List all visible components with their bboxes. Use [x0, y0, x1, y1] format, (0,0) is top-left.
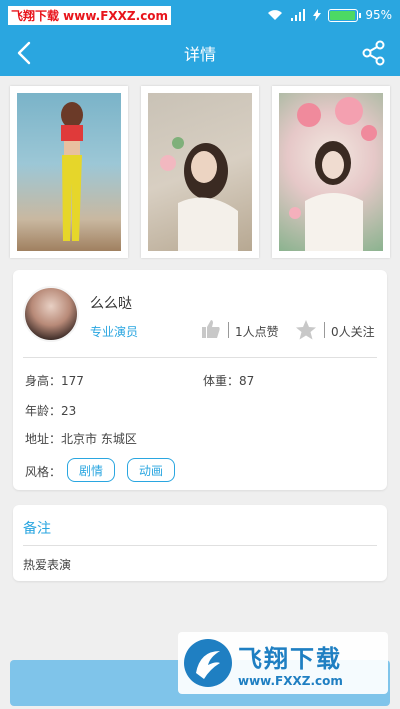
separator	[228, 322, 229, 338]
watermark-text: 飞翔下载 www.FXXZ.com	[238, 639, 343, 688]
battery-percent: 95%	[365, 8, 392, 22]
profile-role: 专业演员	[90, 325, 139, 339]
photo-2-image	[148, 93, 252, 251]
style-tag-animation[interactable]: 动画	[127, 458, 175, 482]
back-icon[interactable]	[12, 39, 40, 67]
status-icons: 95%	[267, 8, 392, 22]
figure-illustration	[160, 137, 238, 251]
divider	[23, 357, 377, 358]
watermark-top: 飞翔下载 www.FXXZ.com	[8, 5, 172, 25]
watermark-logo-icon	[184, 639, 232, 687]
page-title: 详情	[183, 45, 216, 64]
divider	[23, 545, 377, 546]
profile-name: 么么哒	[90, 296, 132, 312]
photo-1[interactable]	[10, 86, 128, 258]
navbar: 详情	[0, 30, 400, 76]
avatar[interactable]	[23, 286, 79, 342]
style-tag-drama[interactable]: 剧情	[67, 458, 115, 482]
watermark-url: www.FXXZ.com	[238, 673, 343, 688]
battery-fill	[330, 10, 356, 20]
signal-icon	[291, 9, 306, 21]
age-field: 年龄：23	[25, 404, 77, 418]
photo-3-image	[279, 93, 383, 251]
battery-icon	[328, 8, 362, 22]
separator	[324, 322, 325, 338]
charging-icon	[313, 9, 322, 21]
follows-count: 0人关注	[331, 325, 375, 339]
photo-2[interactable]	[141, 86, 259, 258]
height-field: 身高：177	[25, 374, 84, 388]
remark-title: 备注	[23, 521, 51, 537]
share-icon[interactable]	[360, 39, 388, 67]
status-bar: 飞翔下载 www.FXXZ.com 95%	[0, 0, 400, 30]
photo-1-image	[17, 93, 121, 251]
star-icon[interactable]	[295, 319, 317, 341]
wifi-icon	[268, 10, 283, 20]
likes-count: 1人点赞	[235, 325, 279, 339]
figure-illustration	[289, 97, 377, 251]
watermark-bottom: 飞翔下载 www.FXXZ.com	[178, 632, 388, 694]
style-label: 风格：	[25, 465, 62, 479]
weight-field: 体重：87	[203, 374, 255, 388]
photo-gallery	[10, 86, 390, 258]
watermark-brand: 飞翔下载	[238, 644, 342, 673]
remark-card: 备注 热爱表演	[13, 505, 387, 581]
remark-text: 热爱表演	[23, 558, 72, 572]
profile-card: 么么哒 专业演员 1人点赞 0人关注 身高：177 体重：87 年龄：23 地址…	[13, 270, 387, 490]
photo-3[interactable]	[272, 86, 390, 258]
thumbs-up-icon[interactable]	[201, 319, 221, 339]
address-field: 地址：北京市 东城区	[25, 432, 137, 446]
figure-illustration	[61, 102, 83, 241]
